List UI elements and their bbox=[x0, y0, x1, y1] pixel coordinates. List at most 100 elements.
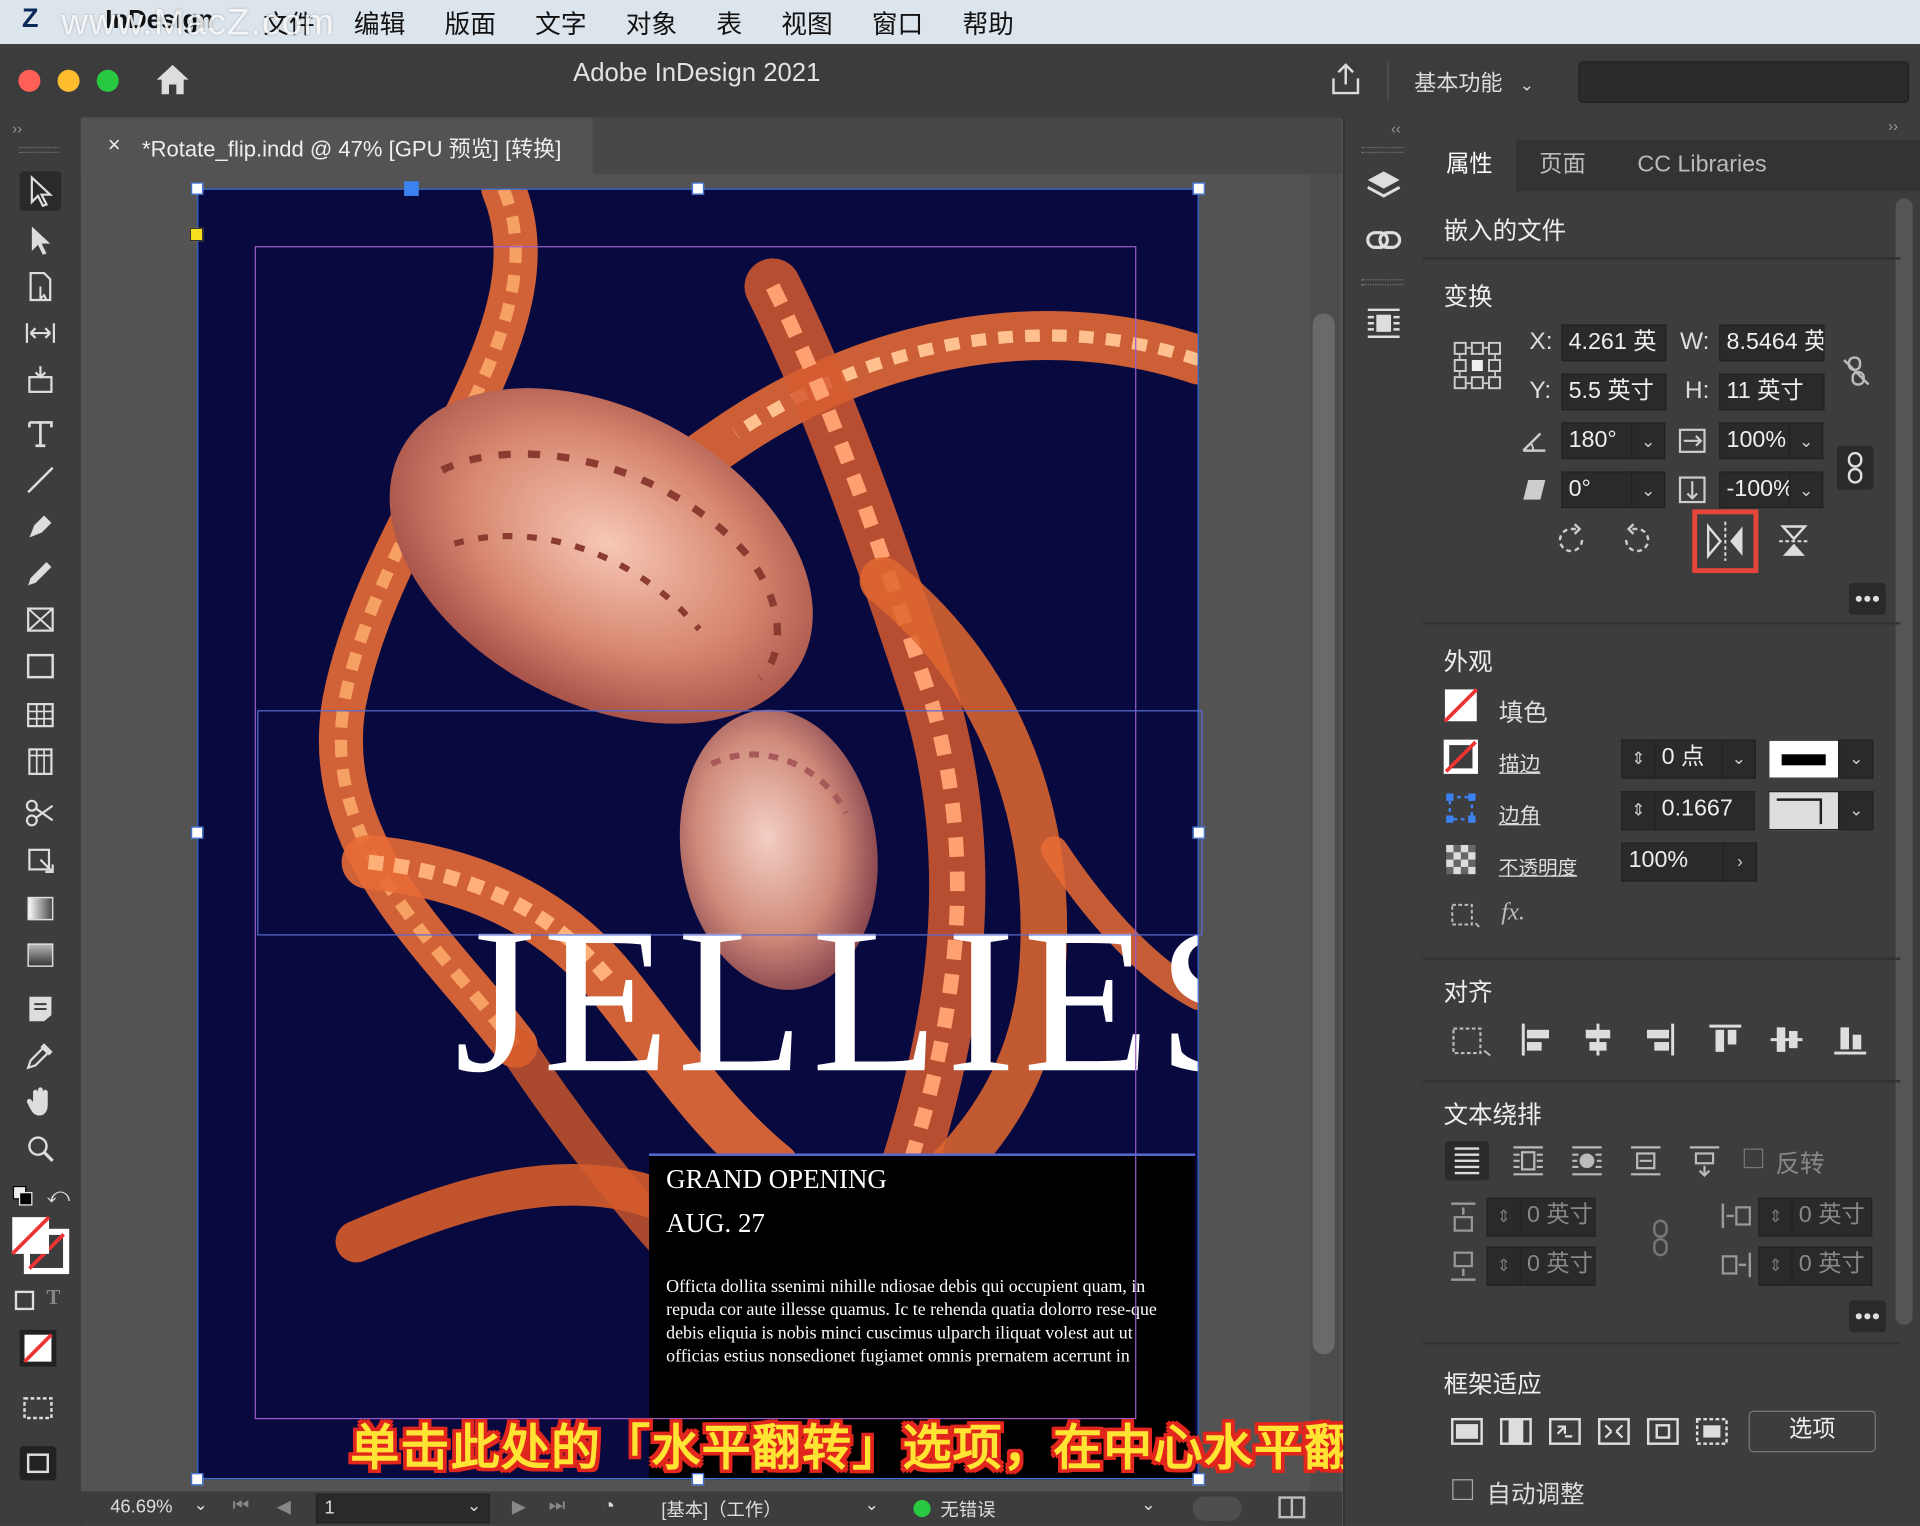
frame-select-icon[interactable] bbox=[1450, 901, 1482, 930]
close-document-icon[interactable]: × bbox=[108, 132, 121, 158]
fill-label[interactable]: 填色 bbox=[1499, 693, 1548, 729]
collapse-panel-icon[interactable]: ›› bbox=[1888, 118, 1898, 135]
handle-bottom-left[interactable] bbox=[191, 1473, 204, 1486]
fit-content-proportionally-icon[interactable] bbox=[1499, 1416, 1533, 1448]
apply-none-icon[interactable] bbox=[15, 1325, 62, 1378]
scale-y-field[interactable]: -100% bbox=[1719, 471, 1791, 509]
wrap-object-shape-icon[interactable] bbox=[1565, 1141, 1609, 1180]
scale-x-field[interactable]: 100% bbox=[1719, 422, 1791, 460]
view-mode-icon[interactable] bbox=[20, 1393, 62, 1431]
align-left-edges-icon[interactable] bbox=[1518, 1021, 1555, 1058]
menu-view[interactable]: 视图 bbox=[781, 5, 832, 42]
tools-grip[interactable] bbox=[19, 146, 59, 154]
align-horizontal-centers-icon[interactable] bbox=[1580, 1021, 1617, 1058]
flip-vertical-icon[interactable] bbox=[1776, 522, 1813, 561]
menu-layout[interactable]: 版面 bbox=[444, 5, 495, 42]
corner-options-icon[interactable] bbox=[1446, 793, 1476, 823]
fitting-options-button[interactable]: 选项 bbox=[1748, 1410, 1876, 1453]
previous-page-icon[interactable]: ◀ bbox=[277, 1495, 291, 1517]
align-bottom-edges-icon[interactable] bbox=[1832, 1021, 1869, 1058]
vertical-scrollbar-thumb[interactable] bbox=[1312, 313, 1335, 1355]
panel-scrollbar[interactable] bbox=[1895, 198, 1913, 1325]
align-to-selection-icon[interactable] bbox=[1450, 1024, 1494, 1058]
fill-swatch-icon[interactable] bbox=[1443, 688, 1478, 723]
stroke-label[interactable]: 描边 bbox=[1499, 747, 1541, 778]
note-tool-icon[interactable] bbox=[20, 989, 62, 1028]
rotation-dropdown-icon[interactable]: ⌄ bbox=[1631, 422, 1666, 460]
scale-x-dropdown-icon[interactable]: ⌄ bbox=[1788, 422, 1824, 460]
zoom-tool-icon[interactable] bbox=[20, 1129, 62, 1168]
right-offset-stepper-icon[interactable]: ⇕ bbox=[1758, 1246, 1793, 1286]
type-tool-icon[interactable] bbox=[20, 414, 62, 453]
stroke-swatch-icon[interactable] bbox=[1443, 739, 1478, 774]
shear-angle-field[interactable]: 0° bbox=[1561, 471, 1633, 509]
line-tool-icon[interactable] bbox=[20, 460, 62, 499]
page-number-field[interactable]: 1 ⌄ bbox=[315, 1493, 490, 1524]
align-right-edges-icon[interactable] bbox=[1641, 1021, 1678, 1058]
gradient-feather-tool-icon[interactable] bbox=[20, 936, 62, 975]
menu-help[interactable]: 帮助 bbox=[962, 5, 1013, 42]
direct-selection-tool-icon[interactable] bbox=[20, 220, 62, 259]
tab-properties[interactable]: 属性 bbox=[1422, 139, 1516, 192]
no-text-wrap-icon[interactable] bbox=[1444, 1141, 1489, 1181]
open-page-icon[interactable]: ◔ bbox=[602, 1494, 615, 1518]
corner-shape-swatch[interactable] bbox=[1768, 791, 1840, 831]
document-tab[interactable]: × *Rotate_flip.indd @ 47% [GPU 预览] [转换] bbox=[80, 117, 593, 174]
strip-grip[interactable] bbox=[1361, 146, 1404, 154]
corner-stepper-icon[interactable]: ⇕ bbox=[1621, 791, 1656, 831]
zoom-window-button[interactable] bbox=[96, 69, 119, 92]
horizontal-scroll-thumb[interactable] bbox=[1192, 1496, 1242, 1521]
right-offset-field[interactable]: 0 英寸 bbox=[1791, 1246, 1873, 1286]
scissors-tool-icon[interactable] bbox=[20, 793, 62, 832]
rectangle-frame-tool-icon[interactable] bbox=[20, 600, 62, 639]
layers-icon[interactable] bbox=[1364, 167, 1403, 212]
handle-top-center[interactable] bbox=[691, 182, 705, 195]
fit-frame-to-content-icon[interactable] bbox=[1548, 1416, 1582, 1448]
gradient-swatch-tool-icon[interactable] bbox=[20, 889, 62, 928]
eyedropper-tool-icon[interactable] bbox=[20, 1036, 62, 1075]
constrain-scale-icon[interactable] bbox=[1836, 445, 1874, 490]
wrap-link-icon[interactable] bbox=[1646, 1217, 1675, 1259]
swap-fill-stroke-icon[interactable]: ⤺ bbox=[47, 1183, 71, 1209]
y-position-field[interactable]: 5.5 英寸 bbox=[1561, 373, 1667, 411]
stroke-weight-field[interactable]: 0 点 bbox=[1654, 739, 1723, 779]
zoom-level[interactable]: 46.69% bbox=[110, 1496, 172, 1517]
fill-stroke-swatch-icon[interactable] bbox=[10, 1215, 71, 1282]
more-transform-options-icon[interactable] bbox=[1848, 582, 1886, 615]
minimize-window-button[interactable] bbox=[57, 69, 80, 92]
jump-object-icon[interactable] bbox=[1624, 1141, 1668, 1180]
preflight-dropdown-icon[interactable]: ⌄ bbox=[1141, 1494, 1155, 1515]
tab-cc-libraries[interactable]: CC Libraries bbox=[1611, 140, 1792, 191]
fill-frame-proportionally-icon[interactable] bbox=[1450, 1416, 1484, 1448]
width-field[interactable]: 8.5464 英 bbox=[1719, 324, 1825, 362]
zoom-dropdown-icon[interactable]: ⌄ bbox=[193, 1494, 207, 1515]
handle-middle-left[interactable] bbox=[191, 826, 204, 839]
preflight-profile[interactable]: [基本]（工作） bbox=[661, 1496, 781, 1522]
content-collector-icon[interactable] bbox=[20, 360, 62, 399]
menu-type[interactable]: 文字 bbox=[535, 5, 586, 42]
height-field[interactable]: 11 英寸 bbox=[1719, 373, 1825, 411]
rectangle-tool-icon[interactable] bbox=[20, 647, 62, 686]
align-top-edges-icon[interactable] bbox=[1707, 1021, 1744, 1058]
more-wrap-options-icon[interactable] bbox=[1848, 1300, 1886, 1333]
search-input[interactable] bbox=[1578, 61, 1909, 103]
flip-horizontal-button[interactable] bbox=[1692, 509, 1759, 574]
left-offset-stepper-icon[interactable]: ⇕ bbox=[1758, 1197, 1793, 1237]
live-corner-handle[interactable] bbox=[189, 227, 204, 242]
text-wrap-icon[interactable] bbox=[1364, 304, 1403, 349]
auto-fit-checkbox[interactable] bbox=[1452, 1479, 1474, 1501]
corner-size-field[interactable]: 0.1667 bbox=[1654, 791, 1755, 831]
workspace-switcher[interactable]: 基本功能 ⌄ bbox=[1414, 66, 1534, 98]
fit-content-to-frame-icon[interactable] bbox=[1597, 1416, 1631, 1448]
selection-tool-icon[interactable] bbox=[19, 171, 62, 211]
grid-tool-icon[interactable] bbox=[20, 742, 62, 781]
stroke-type-dropdown-icon[interactable]: ⌄ bbox=[1839, 739, 1874, 779]
bottom-offset-field[interactable]: 0 英寸 bbox=[1519, 1246, 1596, 1286]
handle-top-left[interactable] bbox=[191, 182, 204, 195]
gap-tool-icon[interactable] bbox=[20, 313, 62, 352]
menu-object[interactable]: 对象 bbox=[626, 5, 677, 42]
corner-shape-dropdown-icon[interactable]: ⌄ bbox=[1839, 791, 1874, 831]
menu-edit[interactable]: 编辑 bbox=[354, 5, 405, 42]
top-offset-stepper-icon[interactable]: ⇕ bbox=[1486, 1197, 1521, 1237]
screen-mode-icon[interactable] bbox=[15, 1442, 62, 1490]
